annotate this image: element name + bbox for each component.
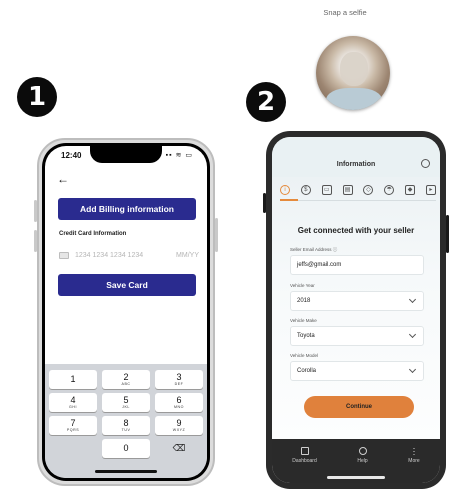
seller-info-screen: Information i $ ▭ ▤ ◇ ☂ ◆ ▸ Get connecte…: [272, 137, 440, 483]
key-6[interactable]: 6 MNO: [155, 393, 203, 412]
key-8[interactable]: 8 TUV: [102, 416, 150, 435]
selfie-photo: [316, 36, 390, 110]
numeric-keypad: 1 2 ABC 3 DEF 4 GHI 5 JKL 6 MNO 7 PQRS 8 TUV 9W…: [45, 364, 207, 478]
phone-side-button: [34, 230, 37, 252]
credit-card-label: Credit Card Information: [59, 231, 127, 237]
umbrella-step-icon[interactable]: ☂: [384, 185, 395, 195]
keypad-row: 1 2 ABC 3 DEF: [49, 370, 203, 389]
phone-side-button: [446, 215, 449, 253]
key-9[interactable]: 9 WXYZ: [155, 416, 203, 435]
model-select[interactable]: Corolla: [290, 361, 424, 381]
selfie-face: [340, 52, 368, 86]
make-select[interactable]: Toyota: [290, 326, 424, 346]
stepper-track: [280, 200, 436, 201]
add-billing-button[interactable]: Add Billing information: [58, 198, 196, 220]
app-header: [272, 137, 440, 177]
shield-step-icon[interactable]: ◇: [363, 185, 374, 195]
payment-step-icon[interactable]: $: [300, 185, 311, 195]
step-1-badge: 1: [17, 77, 57, 117]
nav-dashboard[interactable]: Dashboard: [292, 447, 317, 483]
model-label: Vehicle Model: [290, 353, 319, 358]
info-step-icon[interactable]: i: [280, 185, 290, 195]
phone-screen: 12:40 ▪▪ ≋ ▭ ← Add Billing information C…: [42, 143, 210, 481]
nav-more[interactable]: More: [408, 447, 420, 483]
back-arrow-icon[interactable]: ←: [57, 172, 69, 186]
credit-card-input[interactable]: 1234 1234 1234 1234 MM/YY: [59, 248, 199, 262]
phone-seller-info: Information i $ ▭ ▤ ◇ ☂ ◆ ▸ Get connecte…: [263, 131, 449, 489]
keypad-row: 4 GHI 5 JKL 6 MNO: [49, 393, 203, 412]
settings-icon[interactable]: [421, 159, 430, 168]
selfie-shirt: [326, 88, 382, 110]
key-3[interactable]: 3 DEF: [155, 370, 203, 389]
help-icon: [358, 447, 367, 455]
continue-button[interactable]: Continue: [304, 396, 414, 418]
email-field[interactable]: jeffs@gmail.com: [290, 255, 424, 275]
home-indicator: [95, 470, 157, 473]
phone-billing: 12:40 ▪▪ ≋ ▭ ← Add Billing information C…: [34, 138, 218, 486]
phone-side-button: [34, 200, 37, 222]
progress-stepper: i $ ▭ ▤ ◇ ☂ ◆ ▸: [280, 185, 436, 199]
more-icon: [412, 447, 415, 455]
phone-side-button: [263, 193, 266, 213]
selfie-caption: Snap a selfie: [323, 8, 367, 17]
chevron-down-icon: [408, 365, 417, 374]
next-step-icon[interactable]: ▸: [425, 185, 436, 195]
step-2-badge: 2: [246, 82, 286, 122]
phone-side-button: [215, 218, 218, 252]
box-step-icon[interactable]: ◆: [405, 185, 416, 195]
key-empty: [49, 439, 97, 458]
key-7[interactable]: 7 PQRS: [49, 416, 97, 435]
home-indicator: [327, 476, 385, 479]
make-label: Vehicle Make: [290, 318, 317, 323]
section-heading: Get connected with your seller: [297, 226, 415, 235]
key-4[interactable]: 4 GHI: [49, 393, 97, 412]
status-time: 12:40: [61, 151, 82, 160]
delete-key-icon[interactable]: ⌫: [155, 439, 203, 458]
save-card-button[interactable]: Save Card: [58, 274, 196, 296]
card-icon: [59, 251, 69, 259]
stepper-progress: [280, 199, 298, 201]
phone-notch: [90, 146, 162, 163]
dashboard-icon: [300, 447, 309, 455]
year-label: Vehicle Year: [290, 283, 315, 288]
chevron-down-icon: [408, 295, 417, 304]
key-2[interactable]: 2 ABC: [102, 370, 150, 389]
card-step-icon[interactable]: ▭: [321, 185, 332, 195]
keypad-row: 0 ⌫: [49, 439, 203, 458]
billing-screen: 12:40 ▪▪ ≋ ▭ ← Add Billing information C…: [45, 146, 207, 478]
keypad-row: 7 PQRS 8 TUV 9 WXYZ: [49, 416, 203, 435]
year-select[interactable]: 2018: [290, 291, 424, 311]
key-1[interactable]: 1: [49, 370, 97, 389]
email-label: Seller Email Address ⓘ: [290, 247, 338, 252]
key-5[interactable]: 5 JKL: [102, 393, 150, 412]
card-number-placeholder: 1234 1234 1234 1234: [75, 251, 144, 259]
page-title: Information: [336, 161, 376, 168]
card-expiry-placeholder: MM/YY: [176, 251, 199, 259]
document-step-icon[interactable]: ▤: [342, 185, 353, 195]
key-0[interactable]: 0: [102, 439, 150, 458]
status-icons: ▪▪ ≋ ▭: [165, 152, 193, 159]
chevron-down-icon: [408, 330, 417, 339]
